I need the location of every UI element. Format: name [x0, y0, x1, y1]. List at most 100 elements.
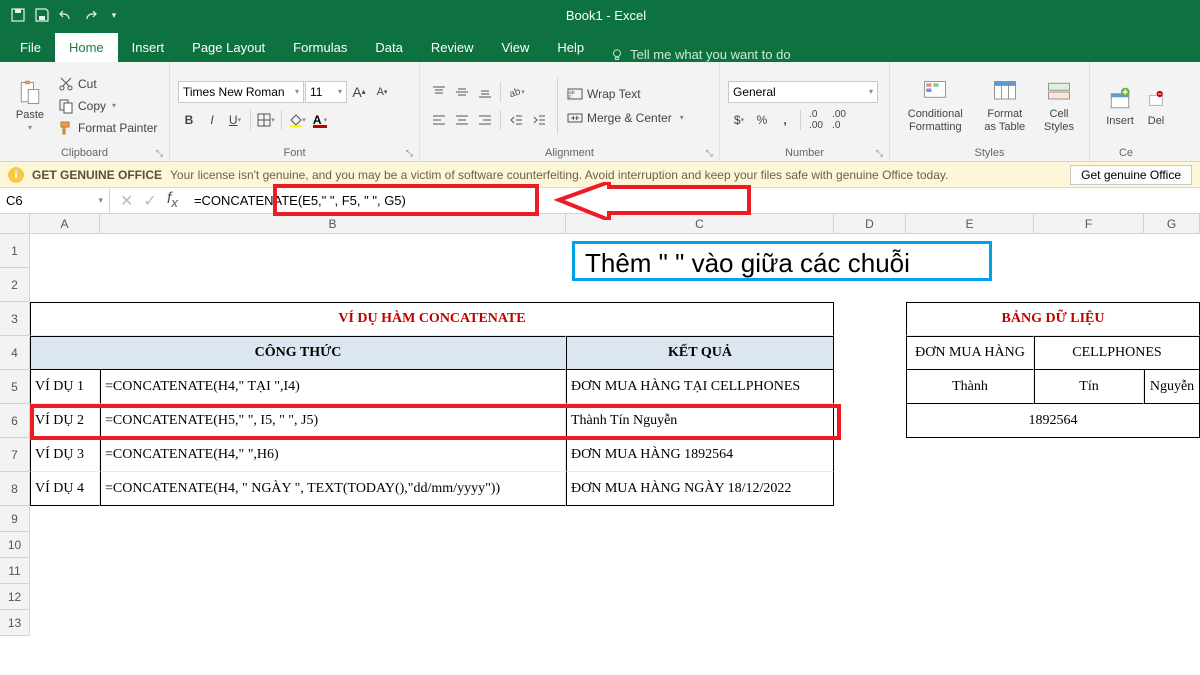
tab-help[interactable]: Help	[543, 33, 598, 62]
col-header-F[interactable]: F	[1034, 214, 1144, 234]
comma-button[interactable]: ,	[774, 109, 796, 131]
tab-formulas[interactable]: Formulas	[279, 33, 361, 62]
cell-A6[interactable]: VÍ DỤ 2	[30, 404, 100, 438]
cancel-formula-icon[interactable]: ✕	[120, 191, 133, 211]
col-header-B[interactable]: B	[100, 214, 566, 234]
percent-button[interactable]: %	[751, 109, 773, 131]
cell-B6[interactable]: =CONCATENATE(H5," ", I5, " ", J5)	[100, 404, 566, 438]
format-painter-button[interactable]: Format Painter	[56, 119, 159, 137]
cell-C6[interactable]: Thành Tín Nguyễn	[566, 404, 834, 438]
row-header-2[interactable]: 2	[0, 268, 30, 302]
decrease-font-icon[interactable]: A▾	[371, 81, 393, 103]
increase-indent-icon[interactable]	[528, 109, 550, 131]
cell-B7[interactable]: =CONCATENATE(H4," ",H6)	[100, 438, 566, 472]
row-header-8[interactable]: 8	[0, 472, 30, 506]
row-header-1[interactable]: 1	[0, 234, 30, 268]
save-icon[interactable]	[34, 7, 50, 23]
cell-A3[interactable]: VÍ DỤ HÀM CONCATENATE	[30, 302, 834, 336]
row-header-13[interactable]: 13	[0, 610, 30, 636]
cell-C4[interactable]: KẾT QUẢ	[566, 336, 834, 370]
formula-input[interactable]: =CONCATENATE(E5," ", F5, " ", G5)	[188, 193, 1200, 209]
fill-color-button[interactable]: ▾	[286, 109, 308, 131]
copy-button[interactable]: Copy▾	[56, 97, 159, 115]
worksheet-grid[interactable]: ABCDEFG 12345678910111213 VÍ DỤ HÀM CONC…	[0, 214, 1200, 674]
row-header-3[interactable]: 3	[0, 302, 30, 336]
col-header-A[interactable]: A	[30, 214, 100, 234]
cell-G5[interactable]: Nguyễn	[1144, 370, 1200, 404]
align-left-icon[interactable]	[428, 109, 450, 131]
borders-button[interactable]: ▾	[255, 109, 277, 131]
cell-B5[interactable]: =CONCATENATE(H4," TẠI ",I4)	[100, 370, 566, 404]
row-header-11[interactable]: 11	[0, 558, 30, 584]
wrap-text-button[interactable]: abcWrap Text	[565, 85, 686, 103]
bold-button[interactable]: B	[178, 109, 200, 131]
row-header-12[interactable]: 12	[0, 584, 30, 610]
cell-E4[interactable]: ĐƠN MUA HÀNG	[906, 336, 1034, 370]
row-header-10[interactable]: 10	[0, 532, 30, 558]
name-box[interactable]: C6▾	[0, 188, 110, 213]
font-size-select[interactable]: 11▾	[305, 81, 347, 103]
col-header-E[interactable]: E	[906, 214, 1034, 234]
tab-view[interactable]: View	[487, 33, 543, 62]
cell-A4[interactable]: CÔNG THỨC	[30, 336, 566, 370]
cell-F5[interactable]: Tín	[1034, 370, 1144, 404]
autosave-icon[interactable]	[10, 7, 26, 23]
currency-button[interactable]: $▾	[728, 109, 750, 131]
tab-file[interactable]: File	[6, 33, 55, 62]
row-header-7[interactable]: 7	[0, 438, 30, 472]
align-bottom-icon[interactable]	[474, 81, 496, 103]
tab-data[interactable]: Data	[361, 33, 416, 62]
row-header-5[interactable]: 5	[0, 370, 30, 404]
tab-page-layout[interactable]: Page Layout	[178, 33, 279, 62]
tab-insert[interactable]: Insert	[118, 33, 179, 62]
row-header-9[interactable]: 9	[0, 506, 30, 532]
fx-icon[interactable]: fx	[167, 190, 178, 210]
merge-center-button[interactable]: Merge & Center▾	[565, 109, 686, 127]
align-middle-icon[interactable]	[451, 81, 473, 103]
cell-E5[interactable]: Thành	[906, 370, 1034, 404]
get-genuine-button[interactable]: Get genuine Office	[1070, 165, 1192, 185]
enter-formula-icon[interactable]: ✓	[143, 191, 156, 211]
cell-F4[interactable]: CELLPHONES	[1034, 336, 1200, 370]
undo-icon[interactable]	[58, 7, 74, 23]
cell-E6[interactable]: 1892564	[906, 404, 1200, 438]
select-all-corner[interactable]	[0, 214, 30, 234]
italic-button[interactable]: I	[201, 109, 223, 131]
decrease-indent-icon[interactable]	[505, 109, 527, 131]
number-format-select[interactable]: General▾	[728, 81, 878, 103]
increase-font-icon[interactable]: A▴	[348, 81, 370, 103]
col-header-D[interactable]: D	[834, 214, 906, 234]
font-color-button[interactable]: A▾	[309, 109, 331, 131]
cell-A8[interactable]: VÍ DỤ 4	[30, 472, 100, 506]
row-header-6[interactable]: 6	[0, 404, 30, 438]
cell-C5[interactable]: ĐƠN MUA HÀNG TẠI CELLPHONES	[566, 370, 834, 404]
tab-home[interactable]: Home	[55, 33, 118, 62]
col-header-C[interactable]: C	[566, 214, 834, 234]
insert-cells-button[interactable]: Insert	[1098, 83, 1142, 129]
tab-review[interactable]: Review	[417, 33, 488, 62]
tell-me[interactable]: Tell me what you want to do	[598, 47, 802, 62]
row-header-4[interactable]: 4	[0, 336, 30, 370]
delete-cells-button[interactable]: Del	[1146, 83, 1166, 129]
increase-decimal-icon[interactable]: .0.00	[805, 109, 827, 131]
cell-A5[interactable]: VÍ DỤ 1	[30, 370, 100, 404]
format-table-button[interactable]: Format as Table	[977, 76, 1033, 134]
cell-A7[interactable]: VÍ DỤ 3	[30, 438, 100, 472]
align-right-icon[interactable]	[474, 109, 496, 131]
cell-E3[interactable]: BẢNG DỮ LIỆU	[906, 302, 1200, 336]
cell-B8[interactable]: =CONCATENATE(H4, " NGÀY ", TEXT(TODAY(),…	[100, 472, 566, 506]
cell-styles-button[interactable]: Cell Styles	[1037, 76, 1081, 134]
redo-icon[interactable]	[82, 7, 98, 23]
col-header-G[interactable]: G	[1144, 214, 1200, 234]
align-top-icon[interactable]	[428, 81, 450, 103]
underline-button[interactable]: U▾	[224, 109, 246, 131]
qat-dropdown-icon[interactable]: ▾	[106, 7, 122, 23]
paste-button[interactable]: Paste ▾	[8, 77, 52, 134]
align-center-icon[interactable]	[451, 109, 473, 131]
cell-C8[interactable]: ĐƠN MUA HÀNG NGÀY 18/12/2022	[566, 472, 834, 506]
cut-button[interactable]: Cut	[56, 75, 159, 93]
cell-C7[interactable]: ĐƠN MUA HÀNG 1892564	[566, 438, 834, 472]
decrease-decimal-icon[interactable]: .00.0	[828, 109, 850, 131]
conditional-formatting-button[interactable]: Conditional Formatting	[898, 76, 973, 134]
orientation-button[interactable]: ab▾	[505, 81, 527, 103]
